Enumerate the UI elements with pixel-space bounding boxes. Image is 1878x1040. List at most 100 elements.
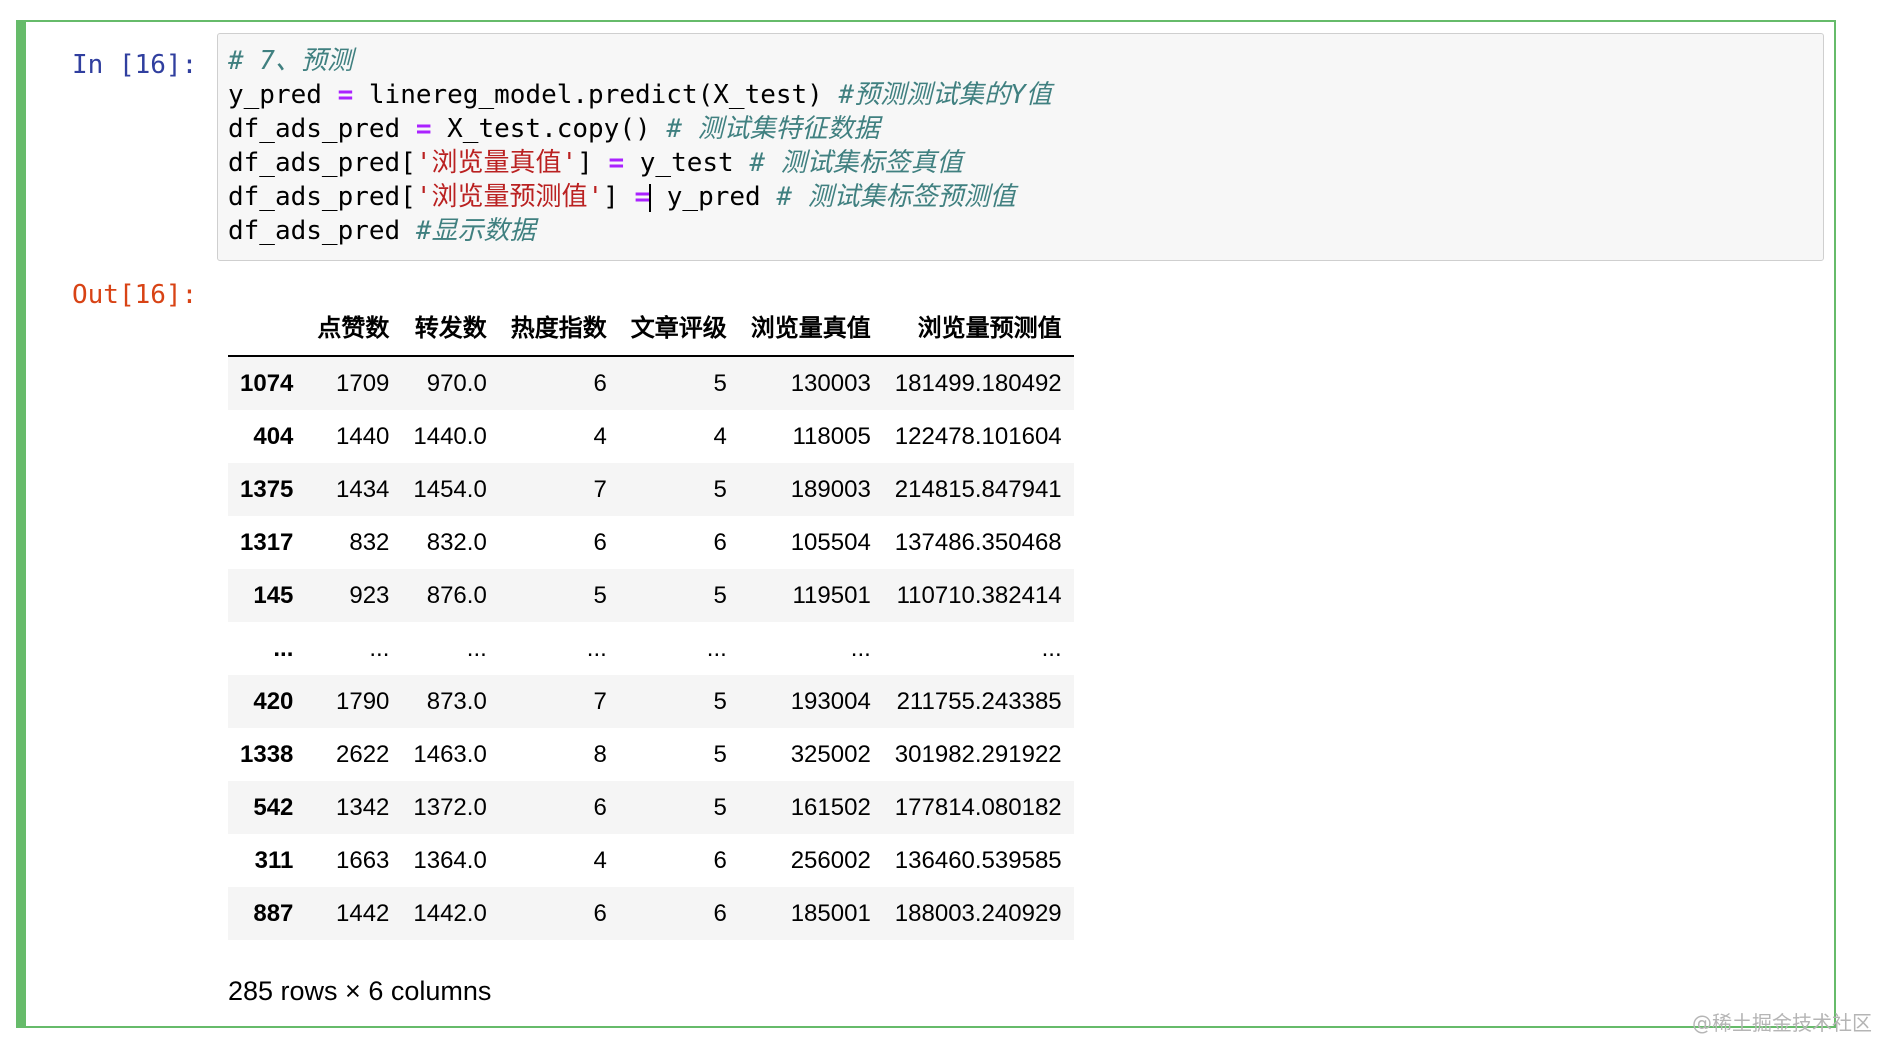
code-string: '浏览量预测值' [415, 182, 604, 212]
table-cell: 325002 [790, 740, 871, 768]
table-cell: 301982.291922 [894, 740, 1062, 768]
code-operator: = [337, 80, 354, 110]
code-line: df_ads_pred['浏览量预测值'] = y_pred # 测试集标签预测… [228, 180, 1823, 214]
code-text: y_pred [228, 80, 338, 110]
code-text: X_test.copy() [431, 114, 667, 144]
table-cell: 161502 [790, 793, 871, 821]
code-text: df_ads_pred[ [228, 182, 416, 212]
code-comment: #显示数据 [415, 216, 536, 246]
table-shape-note: 285 rows × 6 columns [228, 976, 492, 1006]
table-cell: 6 [593, 793, 607, 821]
table-cell: 4 [713, 422, 727, 450]
table-cell: 256002 [790, 846, 871, 874]
table-cell: ... [369, 634, 390, 662]
code-text: df_ads_pred[ [228, 148, 416, 178]
column-header: 浏览量真值 [738, 300, 883, 357]
table-cell: 1463.0 [413, 740, 487, 768]
table-cell: 211755.243385 [896, 687, 1062, 715]
row-index: 542 [253, 793, 294, 821]
table-cell: 118005 [792, 422, 871, 450]
code-text: linereg_model.predict(X_test) [353, 80, 839, 110]
table-cell: 6 [593, 528, 607, 556]
code-line: y_pred = linereg_model.predict(X_test) #… [228, 78, 1823, 112]
code-line: df_ads_pred['浏览量真值'] = y_test # 测试集标签真值 [228, 146, 1823, 180]
watermark: @稀土掘金技术社区 [1692, 1011, 1872, 1035]
table-cell: 923 [349, 581, 390, 609]
table-row: 145 923 876.0 5 5 119501 110710.382414 [228, 569, 1074, 622]
code-comment: # 测试集标签真值 [749, 148, 963, 178]
code-comment: # 测试集特征数据 [666, 114, 880, 144]
table-cell: 1442.0 [413, 899, 487, 927]
table-cell: 876.0 [426, 581, 487, 609]
table-cell: 6 [593, 369, 607, 397]
row-index: 404 [253, 422, 294, 450]
table-cell: 130003 [790, 369, 871, 397]
table-cell: ... [1041, 634, 1062, 662]
code-comment: #预测测试集的Y值 [838, 80, 1052, 110]
code-text: ] [577, 148, 609, 178]
table-cell: 832.0 [426, 528, 487, 556]
code-editor[interactable]: # 7、预测 y_pred = linereg_model.predict(X_… [217, 33, 1824, 261]
table-cell: 832 [349, 528, 390, 556]
row-index: 1074 [240, 369, 294, 397]
table-cell: 5 [713, 793, 727, 821]
table-cell: 110710.382414 [896, 581, 1062, 609]
column-header: 浏览量预测值 [882, 300, 1074, 357]
table-cell: 1454.0 [413, 475, 487, 503]
table-row: ..................... [228, 622, 1074, 675]
code-string: '浏览量真值' [415, 148, 578, 178]
table-cell: 1442 [336, 899, 390, 927]
table-cell: 5 [713, 475, 727, 503]
table-cell: 5 [593, 581, 607, 609]
table-cell: 5 [713, 687, 727, 715]
table-cell: 1440.0 [413, 422, 487, 450]
column-header: 转发数 [401, 300, 499, 357]
table-cell: 177814.080182 [894, 793, 1062, 821]
table-row: 1074 1709 970.0 6 5 130003 181499.180492 [228, 356, 1074, 410]
code-line: df_ads_pred #显示数据 [228, 214, 1823, 248]
table-cell: 1342 [336, 793, 390, 821]
table-cell: 2622 [336, 740, 390, 768]
table-cell: 122478.101604 [894, 422, 1062, 450]
table-cell: 1709 [336, 369, 390, 397]
table-cell: ... [586, 634, 607, 662]
dataframe-table: 点赞数 转发数 热度指数 文章评级 浏览量真值 浏览量预测值 1074 1709 9… [228, 300, 1074, 940]
table-row: 542 1342 1372.0 6 5 161502 177814.080182 [228, 781, 1074, 834]
table-cell: 136460.539585 [894, 846, 1062, 874]
table-header-row: 点赞数 转发数 热度指数 文章评级 浏览量真值 浏览量预测值 [228, 300, 1074, 357]
table-cell: ... [850, 634, 871, 662]
row-index: 1338 [240, 740, 294, 768]
code-text: ] [603, 182, 635, 212]
table-cell: 6 [713, 899, 727, 927]
table-row: 887 1442 1442.0 6 6 185001 188003.240929 [228, 887, 1074, 940]
output-prompt: Out[16]: [72, 280, 198, 310]
column-header: 点赞数 [305, 300, 402, 357]
table-row: 1375 1434 1454.0 7 5 189003 214815.847941 [228, 463, 1074, 516]
column-header: 热度指数 [498, 300, 619, 357]
table-row: 311 1663 1364.0 4 6 256002 136460.539585 [228, 834, 1074, 887]
code-text: df_ads_pred [228, 216, 416, 246]
table-cell: 105504 [790, 528, 871, 556]
table-cell: 1434 [336, 475, 390, 503]
row-index: 311 [254, 846, 294, 874]
table-cell: 188003.240929 [894, 899, 1062, 927]
code-line: # 7、预测 [228, 44, 1823, 78]
table-cell: 214815.847941 [894, 475, 1062, 503]
code-comment: # 测试集标签预测值 [776, 182, 1016, 212]
code-comment: # 7、预测 [228, 46, 353, 76]
table-cell: 6 [593, 899, 607, 927]
table-row: 420 1790 873.0 7 5 193004 211755.243385 [228, 675, 1074, 728]
code-operator: = [608, 148, 625, 178]
table-cell: 119501 [792, 581, 871, 609]
code-line: df_ads_pred = X_test.copy() # 测试集特征数据 [228, 112, 1823, 146]
table-cell: 1790 [336, 687, 390, 715]
table-cell: 7 [593, 475, 607, 503]
table-cell: 8 [593, 740, 607, 768]
row-index: 887 [253, 899, 294, 927]
table-cell: 4 [593, 422, 607, 450]
table-cell: 4 [593, 846, 607, 874]
table-cell: 1364.0 [413, 846, 487, 874]
table-cell: 193004 [790, 687, 871, 715]
table-cell: 1663 [336, 846, 390, 874]
table-cell: 7 [593, 687, 607, 715]
